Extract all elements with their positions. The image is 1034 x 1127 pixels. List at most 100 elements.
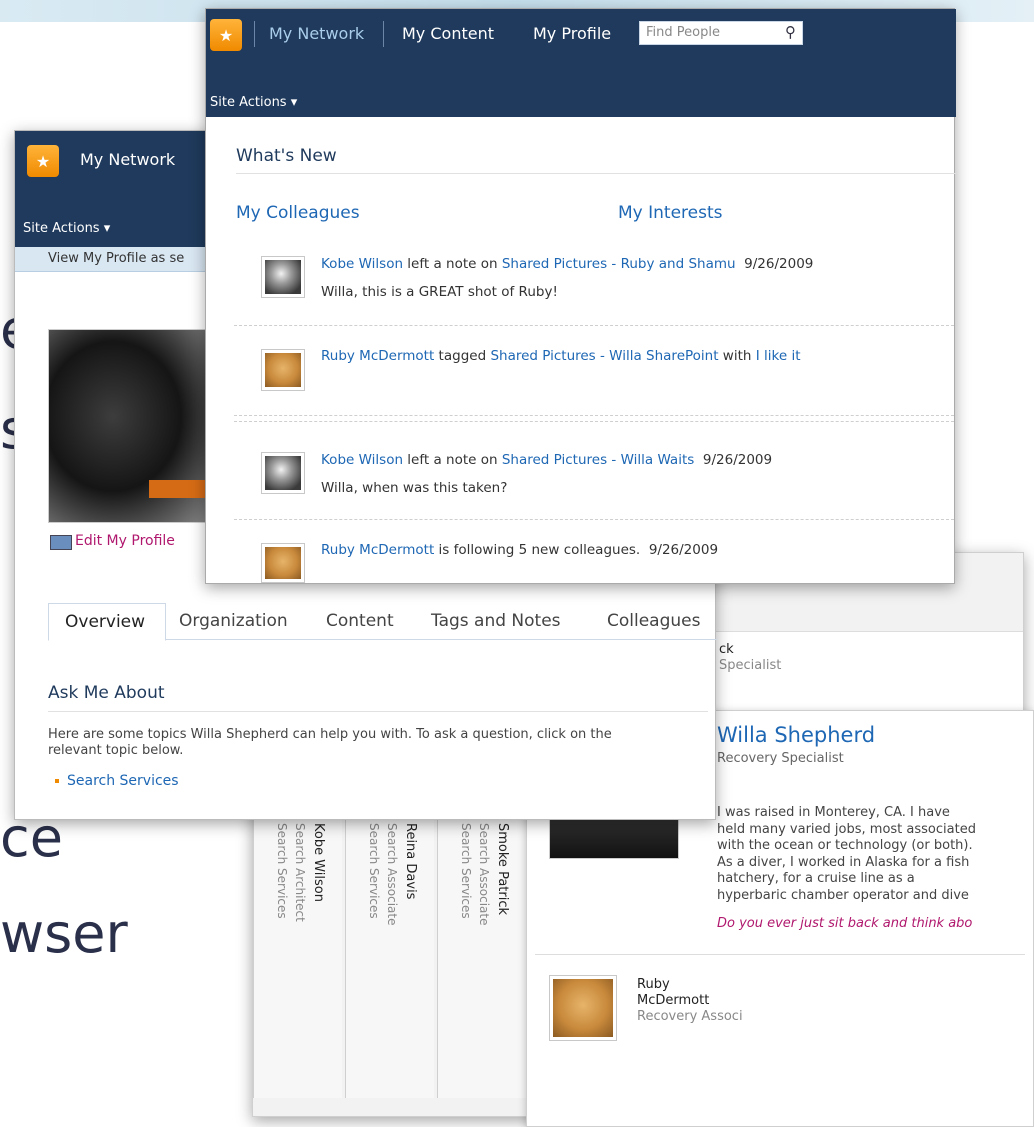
- feed-divider: [234, 421, 954, 422]
- feed-item: Ruby McDermott is following 5 new collea…: [321, 542, 718, 558]
- nav-divider: [383, 21, 384, 47]
- nav-my-content[interactable]: My Content: [402, 24, 494, 43]
- tab-tags-and-notes[interactable]: Tags and Notes: [431, 611, 561, 631]
- ask-desc-line: relevant topic below.: [48, 743, 184, 758]
- whats-new-panel: ★ My Network My Content My Profile Find …: [205, 8, 956, 584]
- org-top-box: ck Specialist: [715, 631, 1023, 712]
- feed-divider: [234, 519, 954, 520]
- mysite-logo-icon[interactable]: ★: [27, 145, 59, 177]
- org-person-dept: Search Services: [367, 823, 381, 919]
- feed-with: with: [718, 348, 756, 364]
- find-people-box[interactable]: Find People ⚲: [639, 21, 803, 45]
- feed-item: Ruby McDermott tagged Shared Pictures - …: [321, 348, 801, 364]
- card-bio-line: As a diver, I worked in Alaska for a fis…: [717, 854, 970, 870]
- org-top-name: ck: [719, 642, 734, 657]
- card-name[interactable]: Willa Shepherd: [717, 723, 875, 747]
- feed-verb: left a note on: [403, 256, 502, 272]
- find-people-input[interactable]: Find People: [646, 25, 720, 40]
- person2-last[interactable]: McDermott: [637, 993, 743, 1009]
- ruby-avatar[interactable]: [261, 349, 305, 391]
- dog-photo-icon: [265, 260, 301, 294]
- org-person-name[interactable]: Reina Davis: [403, 823, 418, 899]
- feed-author-link[interactable]: Ruby McDermott: [321, 348, 434, 364]
- site-actions-menu[interactable]: Site Actions ▾: [23, 221, 110, 236]
- feed-divider: [234, 415, 954, 416]
- slide-text-fragment: wser: [0, 902, 128, 965]
- feed-author-link[interactable]: Kobe Wilson: [321, 256, 403, 272]
- tab-colleagues[interactable]: Colleagues: [607, 611, 700, 631]
- feed-date: 9/26/2009: [702, 452, 773, 468]
- nav-my-network[interactable]: My Network: [80, 150, 175, 169]
- ruby-avatar[interactable]: [549, 975, 617, 1041]
- org-top-title: Specialist: [719, 658, 782, 673]
- dog-photo-icon: [265, 547, 301, 579]
- feed-item: Kobe Wilson left a note on Shared Pictur…: [321, 452, 772, 468]
- topic-bullet-icon: [55, 779, 59, 783]
- ask-description: Here are some topics Willa Shepherd can …: [48, 727, 612, 759]
- search-icon[interactable]: ⚲: [785, 23, 796, 41]
- site-actions-menu[interactable]: Site Actions ▾: [210, 95, 297, 110]
- org-person-name[interactable]: Kobe Wilson: [311, 823, 326, 902]
- card-bio-line: held many varied jobs, most associated: [717, 821, 976, 837]
- dog-collar: [149, 480, 209, 498]
- feed-verb: is following 5 new colleagues.: [434, 542, 641, 558]
- card-title: Recovery Specialist: [717, 751, 844, 766]
- org-person-dept: Search Services: [275, 823, 289, 919]
- org-person-title: Search Associate: [477, 823, 491, 926]
- kobe-avatar[interactable]: [261, 256, 305, 298]
- feed-target-link[interactable]: Shared Pictures - Willa Waits: [502, 452, 694, 468]
- ruby-avatar[interactable]: [261, 543, 305, 583]
- feed-target-link[interactable]: Shared Pictures - Willa SharePoint: [490, 348, 718, 364]
- feed-verb: left a note on: [403, 452, 502, 468]
- card-bio: I was raised in Monterey, CA. I have hel…: [717, 805, 976, 904]
- person2-title: Recovery Associ: [637, 1009, 743, 1024]
- tab-my-interests[interactable]: My Interests: [618, 203, 723, 223]
- ask-desc-line: Here are some topics Willa Shepherd can …: [48, 727, 612, 742]
- feed-item: Kobe Wilson left a note on Shared Pictur…: [321, 256, 813, 272]
- feed-date: 9/26/2009: [648, 542, 719, 558]
- tab-content[interactable]: Content: [326, 611, 394, 631]
- whats-new-heading: What's New: [236, 146, 337, 166]
- dog-photo-icon: [265, 456, 301, 490]
- tab-my-colleagues[interactable]: My Colleagues: [236, 203, 360, 223]
- nav-divider: [254, 21, 255, 47]
- dog-photo-icon: [265, 353, 301, 387]
- feed-author-link[interactable]: Ruby McDermott: [321, 542, 434, 558]
- front-top-nav: ★ My Network My Content My Profile Find …: [206, 9, 956, 117]
- card-bio-line: I was raised in Monterey, CA. I have: [717, 805, 950, 820]
- org-person-name[interactable]: Smoke Patrick: [495, 823, 510, 915]
- ask-divider: [48, 711, 708, 712]
- feed-divider: [234, 325, 954, 326]
- feed-author-link[interactable]: Kobe Wilson: [321, 452, 403, 468]
- ask-me-about-title: Ask Me About: [48, 683, 165, 703]
- edit-profile-icon[interactable]: [50, 535, 72, 550]
- nav-my-profile[interactable]: My Profile: [533, 24, 611, 43]
- feed-target-link[interactable]: Shared Pictures - Ruby and Shamu: [502, 256, 736, 272]
- card-bio-line: with the ocean or technology (or both).: [717, 838, 973, 853]
- card-quote: Do you ever just sit back and think abo: [717, 916, 973, 931]
- tab-overview[interactable]: Overview: [48, 603, 166, 641]
- tab-organization[interactable]: Organization: [179, 611, 288, 631]
- person2-first[interactable]: Ruby: [637, 977, 743, 993]
- card-divider: [535, 954, 1025, 955]
- tab-label: Overview: [65, 612, 146, 632]
- kobe-avatar[interactable]: [261, 452, 305, 494]
- feed-note: Willa, this is a GREAT shot of Ruby!: [321, 284, 558, 300]
- feed-note: Willa, when was this taken?: [321, 480, 508, 496]
- mysite-logo-icon[interactable]: ★: [210, 19, 242, 51]
- org-person-title: Search Architect: [293, 823, 307, 922]
- profile-photo: [48, 329, 210, 523]
- card-bio-line: hatchery, for a cruise line as a: [717, 871, 915, 886]
- heading-divider: [236, 173, 956, 174]
- org-person-dept: Search Services: [459, 823, 473, 919]
- nav-my-network[interactable]: My Network: [269, 24, 364, 43]
- feed-tag-link[interactable]: I like it: [756, 348, 801, 364]
- topic-search-services[interactable]: Search Services: [67, 773, 179, 789]
- dog-photo-icon: [553, 979, 613, 1037]
- feed-verb: tagged: [434, 348, 491, 364]
- card-bio-line: hyperbaric chamber operator and dive: [717, 887, 969, 903]
- view-profile-as[interactable]: View My Profile as se: [48, 251, 184, 266]
- org-person-title: Search Associate: [385, 823, 399, 926]
- edit-my-profile-link[interactable]: Edit My Profile: [75, 533, 175, 549]
- card-person2: Ruby McDermott Recovery Associ: [637, 977, 743, 1025]
